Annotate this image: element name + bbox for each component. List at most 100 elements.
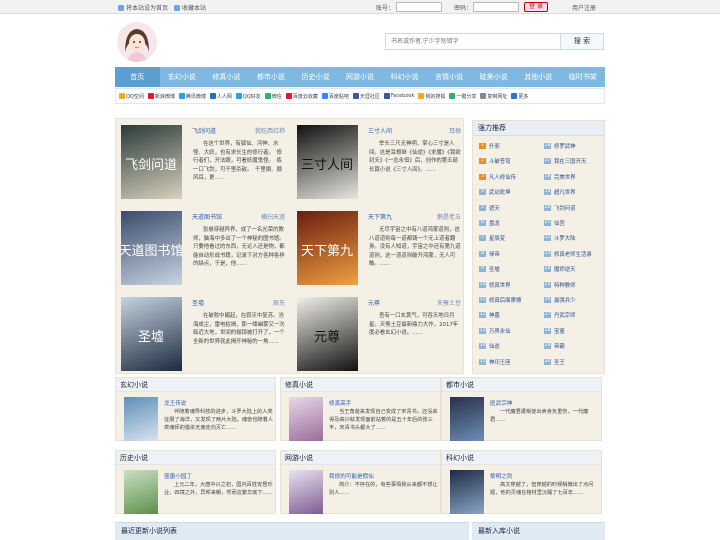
rank-item[interactable]: 11 修真后面摩擦 bbox=[479, 296, 521, 304]
rank-item[interactable]: 6 盘龙 bbox=[479, 219, 500, 227]
share-1[interactable]: 新浪微博 bbox=[147, 93, 175, 100]
book-cover[interactable]: 三寸人间 bbox=[297, 125, 358, 199]
book-title[interactable]: 我修的可能是假仙 bbox=[329, 472, 374, 480]
share-2[interactable]: 腾讯微博 bbox=[178, 93, 206, 100]
featured-book[interactable]: 天下第九 天下第九 鹅是老五 无尽宇宙之中有八道鸿蒙道则，这八道道则每一道都铸一个无上… bbox=[292, 205, 465, 288]
featured-book[interactable]: 天道图书馆 天道图书馆 横扫天涯 张悬穿越异界，成了一名光荣的教师，脑海中多出了一个神… bbox=[116, 205, 289, 288]
book-title[interactable]: 圣墟 bbox=[192, 298, 204, 307]
rank-item[interactable]: 20 飞剑问道 bbox=[544, 204, 576, 212]
nav-item-wangyou[interactable]: 网游小说 bbox=[338, 67, 383, 87]
rank-item[interactable]: 10 修真世界 bbox=[479, 281, 511, 289]
password-input[interactable] bbox=[473, 2, 519, 12]
book-cover[interactable] bbox=[450, 470, 484, 514]
rank-item[interactable]: 2 斗破苍穹 bbox=[479, 157, 511, 165]
rank-item[interactable]: 1 升邪 bbox=[479, 142, 500, 150]
book-cover[interactable]: 元尊 bbox=[297, 297, 358, 371]
book-title[interactable]: 修真高手 bbox=[329, 399, 351, 407]
set-home-link[interactable]: 将本站设为首页 bbox=[118, 3, 168, 12]
site-logo[interactable] bbox=[117, 22, 157, 62]
book-cover[interactable]: 天下第九 bbox=[297, 211, 358, 285]
nav-item-lishi[interactable]: 历史小说 bbox=[293, 67, 338, 87]
book-title[interactable]: 三寸人间 bbox=[368, 126, 392, 135]
book-author[interactable]: 天蚕土豆 bbox=[437, 298, 461, 307]
rank-item[interactable]: 23 修真老师生活录 bbox=[544, 250, 592, 258]
nav-item-home[interactable]: 首页 bbox=[115, 67, 160, 87]
share-5[interactable]: 微信 bbox=[264, 93, 282, 100]
rank-item[interactable]: 27 丹武宗师 bbox=[544, 311, 576, 319]
rank-item[interactable]: 30 圣王 bbox=[544, 358, 565, 366]
rank-item[interactable]: 24 魔师逆天 bbox=[544, 265, 576, 273]
bookmark-link[interactable]: 收藏本站 bbox=[174, 3, 206, 12]
book-author[interactable]: 耳根 bbox=[449, 126, 461, 135]
book-cover[interactable]: 天道图书馆 bbox=[118, 211, 184, 285]
rank-item[interactable]: 21 仙宫 bbox=[544, 219, 565, 227]
rank-item[interactable]: 22 斗罗大陆 bbox=[544, 234, 576, 242]
rank-item[interactable]: 17 我在三国开天 bbox=[544, 157, 586, 165]
rank-item[interactable]: 8 琴帝 bbox=[479, 250, 500, 258]
section-title[interactable]: 都市小说 bbox=[442, 378, 601, 392]
book-cover[interactable] bbox=[124, 470, 158, 514]
rank-item[interactable]: 16 修罗武神 bbox=[544, 142, 576, 150]
featured-book[interactable]: 圣墟 圣墟 辰东 在破败中崛起，在寂灭中复苏。沧海成尘，雷电枯竭，那一缕幽雾又一次临近… bbox=[116, 291, 289, 374]
register-link[interactable]: 用户注册 bbox=[572, 3, 596, 12]
book-author[interactable]: 鹅是老五 bbox=[437, 212, 461, 221]
rank-item[interactable]: 5 遮天 bbox=[479, 204, 500, 212]
book-title[interactable]: 医武宗神 bbox=[490, 399, 512, 407]
book-cover[interactable] bbox=[289, 470, 323, 514]
rank-item[interactable]: 9 圣墟 bbox=[479, 265, 500, 273]
book-author[interactable]: 辰东 bbox=[273, 298, 285, 307]
featured-book[interactable]: 元尊 元尊 天蚕土豆 吾有一口玄黄气，可吞天地日月星。天蚕土豆最新鼎力大作，2017年… bbox=[292, 291, 465, 374]
section-title[interactable]: 网游小说 bbox=[281, 451, 440, 465]
rank-item[interactable]: 18 完美世界 bbox=[544, 173, 576, 181]
share-13[interactable]: 更多 bbox=[511, 93, 528, 100]
nav-item-dushi[interactable]: 都市小说 bbox=[249, 67, 294, 87]
search-button[interactable]: 搜 索 bbox=[560, 34, 603, 49]
nav-item-xiuzhen[interactable]: 修真小说 bbox=[204, 67, 249, 87]
book-title[interactable]: 龙王传说 bbox=[164, 399, 186, 407]
share-11[interactable]: 一键分享 bbox=[449, 93, 476, 100]
share-3[interactable]: 人人网 bbox=[209, 93, 232, 100]
account-input[interactable] bbox=[396, 2, 442, 12]
book-author[interactable]: 横扫天涯 bbox=[261, 212, 285, 221]
nav-item-danmei[interactable]: 耽美小说 bbox=[471, 67, 516, 87]
share-0[interactable]: QQ空间 bbox=[119, 93, 144, 100]
book-cover[interactable] bbox=[289, 397, 323, 441]
rank-item[interactable]: 26 最强兵少 bbox=[544, 296, 576, 304]
nav-item-bookshelf[interactable]: 临时书架 bbox=[560, 67, 605, 87]
book-cover[interactable]: 飞剑问道 bbox=[121, 125, 182, 199]
section-title[interactable]: 科幻小说 bbox=[442, 451, 601, 465]
rank-item[interactable]: 3 凡人修仙传 bbox=[479, 173, 516, 181]
rank-item[interactable]: 28 宝鉴 bbox=[544, 327, 565, 335]
rank-item[interactable]: 13 万界永仙 bbox=[479, 327, 511, 335]
share-12[interactable]: 复制网址 bbox=[480, 93, 507, 100]
share-9[interactable]: Facebook bbox=[383, 93, 414, 99]
section-title[interactable]: 玄幻小说 bbox=[116, 378, 275, 392]
book-title[interactable]: 盛唐小园丁 bbox=[164, 472, 192, 480]
book-cover[interactable] bbox=[124, 397, 158, 441]
featured-book[interactable]: 飞剑问道 飞剑问道 我吃西红柿 在这个世界，有狐仙、河神、水怪、大妖，也有求长生的修行… bbox=[116, 119, 289, 202]
book-title[interactable]: 天下第九 bbox=[368, 212, 392, 221]
book-title[interactable]: 天道图书馆 bbox=[192, 212, 222, 221]
rank-item[interactable]: 12 神墓 bbox=[479, 311, 500, 319]
book-cover[interactable]: 圣墟 bbox=[121, 297, 182, 371]
featured-book[interactable]: 三寸人间 三寸人间 耳根 举头三尺无神明，掌心三寸是人间。这是耳根继《仙逆》《求魔》《… bbox=[292, 119, 465, 202]
share-10[interactable]: 我的搜狐 bbox=[418, 93, 445, 100]
nav-item-qita[interactable]: 其他小说 bbox=[516, 67, 561, 87]
section-title[interactable]: 修真小说 bbox=[281, 378, 440, 392]
book-title[interactable]: 元尊 bbox=[368, 298, 380, 307]
rank-item[interactable]: 19 超凡世界 bbox=[544, 188, 576, 196]
rank-item[interactable]: 25 特种教师 bbox=[544, 281, 576, 289]
book-title[interactable]: 飞剑问道 bbox=[192, 126, 216, 135]
rank-item[interactable]: 7 星辰变 bbox=[479, 234, 505, 242]
share-8[interactable]: 天涯社区 bbox=[352, 93, 380, 100]
nav-item-kehuan[interactable]: 科幻小说 bbox=[382, 67, 427, 87]
share-6[interactable]: 百度云收藏 bbox=[285, 93, 318, 100]
share-7[interactable]: 百度贴吧 bbox=[321, 93, 349, 100]
nav-item-xuanhuan[interactable]: 玄幻小说 bbox=[160, 67, 205, 87]
login-button[interactable]: 登 录 bbox=[524, 2, 548, 12]
section-title[interactable]: 历史小说 bbox=[116, 451, 275, 465]
book-author[interactable]: 我吃西红柿 bbox=[255, 126, 285, 135]
book-cover[interactable] bbox=[450, 397, 484, 441]
book-title[interactable]: 黎明之剑 bbox=[490, 472, 512, 480]
search-input[interactable] bbox=[386, 34, 556, 49]
